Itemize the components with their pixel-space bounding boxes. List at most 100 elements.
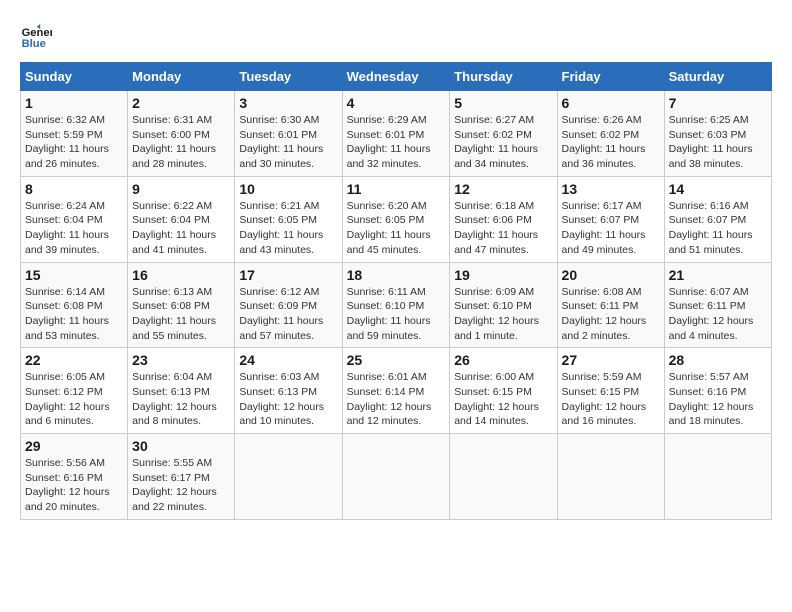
day-number: 22 [25, 352, 123, 368]
calendar-cell: 9 Sunrise: 6:22 AM Sunset: 6:04 PM Daylig… [128, 176, 235, 262]
calendar-cell: 11 Sunrise: 6:20 AM Sunset: 6:05 PM Dayli… [342, 176, 450, 262]
day-number: 25 [347, 352, 446, 368]
calendar-cell: 4 Sunrise: 6:29 AM Sunset: 6:01 PM Daylig… [342, 91, 450, 177]
calendar-cell: 7 Sunrise: 6:25 AM Sunset: 6:03 PM Daylig… [664, 91, 771, 177]
logo-icon: General Blue [20, 20, 52, 52]
calendar-cell: 30 Sunrise: 5:55 AM Sunset: 6:17 PM Dayli… [128, 434, 235, 520]
day-detail: Sunrise: 6:07 AM Sunset: 6:11 PM Dayligh… [669, 285, 767, 344]
day-number: 11 [347, 181, 446, 197]
day-number: 1 [25, 95, 123, 111]
day-number: 7 [669, 95, 767, 111]
day-detail: Sunrise: 6:29 AM Sunset: 6:01 PM Dayligh… [347, 113, 446, 172]
day-detail: Sunrise: 6:13 AM Sunset: 6:08 PM Dayligh… [132, 285, 230, 344]
calendar-cell: 10 Sunrise: 6:21 AM Sunset: 6:05 PM Dayli… [235, 176, 342, 262]
day-number: 14 [669, 181, 767, 197]
calendar-cell: 27 Sunrise: 5:59 AM Sunset: 6:15 PM Dayli… [557, 348, 664, 434]
day-number: 3 [239, 95, 337, 111]
day-detail: Sunrise: 6:24 AM Sunset: 6:04 PM Dayligh… [25, 199, 123, 258]
day-detail: Sunrise: 6:09 AM Sunset: 6:10 PM Dayligh… [454, 285, 552, 344]
calendar-cell [342, 434, 450, 520]
calendar-cell: 29 Sunrise: 5:56 AM Sunset: 6:16 PM Dayli… [21, 434, 128, 520]
day-header-friday: Friday [557, 63, 664, 91]
day-header-saturday: Saturday [664, 63, 771, 91]
day-detail: Sunrise: 6:14 AM Sunset: 6:08 PM Dayligh… [25, 285, 123, 344]
calendar-cell [557, 434, 664, 520]
day-detail: Sunrise: 6:27 AM Sunset: 6:02 PM Dayligh… [454, 113, 552, 172]
calendar-cell: 19 Sunrise: 6:09 AM Sunset: 6:10 PM Dayli… [450, 262, 557, 348]
day-number: 5 [454, 95, 552, 111]
page-header: General Blue [20, 20, 772, 52]
calendar-cell: 3 Sunrise: 6:30 AM Sunset: 6:01 PM Daylig… [235, 91, 342, 177]
day-number: 9 [132, 181, 230, 197]
day-number: 21 [669, 267, 767, 283]
calendar-cell: 6Sunrise: 6:26 AM Sunset: 6:02 PM Daylig… [557, 91, 664, 177]
day-number: 19 [454, 267, 552, 283]
day-number: 10 [239, 181, 337, 197]
day-header-wednesday: Wednesday [342, 63, 450, 91]
calendar-cell [450, 434, 557, 520]
calendar-cell: 21 Sunrise: 6:07 AM Sunset: 6:11 PM Dayli… [664, 262, 771, 348]
day-header-tuesday: Tuesday [235, 63, 342, 91]
calendar-cell: 5 Sunrise: 6:27 AM Sunset: 6:02 PM Daylig… [450, 91, 557, 177]
day-detail: Sunrise: 6:30 AM Sunset: 6:01 PM Dayligh… [239, 113, 337, 172]
day-number: 30 [132, 438, 230, 454]
calendar-cell: 20 Sunrise: 6:08 AM Sunset: 6:11 PM Dayli… [557, 262, 664, 348]
day-detail: Sunrise: 6:05 AM Sunset: 6:12 PM Dayligh… [25, 370, 123, 429]
day-number: 27 [562, 352, 660, 368]
calendar-cell: 24 Sunrise: 6:03 AM Sunset: 6:13 PM Dayli… [235, 348, 342, 434]
calendar-cell: 12 Sunrise: 6:18 AM Sunset: 6:06 PM Dayli… [450, 176, 557, 262]
day-number: 2 [132, 95, 230, 111]
svg-text:Blue: Blue [22, 38, 46, 50]
calendar-cell: 13Sunrise: 6:17 AM Sunset: 6:07 PM Dayli… [557, 176, 664, 262]
calendar-table: SundayMondayTuesdayWednesdayThursdayFrid… [20, 62, 772, 520]
day-number: 23 [132, 352, 230, 368]
day-detail: Sunrise: 5:56 AM Sunset: 6:16 PM Dayligh… [25, 456, 123, 515]
calendar-cell: 22 Sunrise: 6:05 AM Sunset: 6:12 PM Dayli… [21, 348, 128, 434]
calendar-cell: 26Sunrise: 6:00 AM Sunset: 6:15 PM Dayli… [450, 348, 557, 434]
day-detail: Sunrise: 6:20 AM Sunset: 6:05 PM Dayligh… [347, 199, 446, 258]
calendar-cell: 15 Sunrise: 6:14 AM Sunset: 6:08 PM Dayli… [21, 262, 128, 348]
calendar-cell: 8 Sunrise: 6:24 AM Sunset: 6:04 PM Daylig… [21, 176, 128, 262]
day-detail: Sunrise: 5:57 AM Sunset: 6:16 PM Dayligh… [669, 370, 767, 429]
day-detail: Sunrise: 5:59 AM Sunset: 6:15 PM Dayligh… [562, 370, 660, 429]
day-number: 13 [562, 181, 660, 197]
calendar-cell: 25 Sunrise: 6:01 AM Sunset: 6:14 PM Dayli… [342, 348, 450, 434]
day-number: 24 [239, 352, 337, 368]
day-detail: Sunrise: 5:55 AM Sunset: 6:17 PM Dayligh… [132, 456, 230, 515]
calendar-cell: 16 Sunrise: 6:13 AM Sunset: 6:08 PM Dayli… [128, 262, 235, 348]
calendar-cell: 14 Sunrise: 6:16 AM Sunset: 6:07 PM Dayli… [664, 176, 771, 262]
day-detail: Sunrise: 6:25 AM Sunset: 6:03 PM Dayligh… [669, 113, 767, 172]
day-number: 18 [347, 267, 446, 283]
day-number: 12 [454, 181, 552, 197]
day-header-sunday: Sunday [21, 63, 128, 91]
day-header-thursday: Thursday [450, 63, 557, 91]
day-number: 29 [25, 438, 123, 454]
day-detail: Sunrise: 6:21 AM Sunset: 6:05 PM Dayligh… [239, 199, 337, 258]
calendar-cell: 23Sunrise: 6:04 AM Sunset: 6:13 PM Dayli… [128, 348, 235, 434]
day-detail: Sunrise: 6:01 AM Sunset: 6:14 PM Dayligh… [347, 370, 446, 429]
day-detail: Sunrise: 6:00 AM Sunset: 6:15 PM Dayligh… [454, 370, 552, 429]
day-number: 6 [562, 95, 660, 111]
day-detail: Sunrise: 6:08 AM Sunset: 6:11 PM Dayligh… [562, 285, 660, 344]
calendar-cell [664, 434, 771, 520]
day-detail: Sunrise: 6:03 AM Sunset: 6:13 PM Dayligh… [239, 370, 337, 429]
day-number: 4 [347, 95, 446, 111]
day-number: 8 [25, 181, 123, 197]
day-detail: Sunrise: 6:31 AM Sunset: 6:00 PM Dayligh… [132, 113, 230, 172]
day-detail: Sunrise: 6:32 AM Sunset: 5:59 PM Dayligh… [25, 113, 123, 172]
day-number: 20 [562, 267, 660, 283]
day-number: 15 [25, 267, 123, 283]
calendar-cell: 1 Sunrise: 6:32 AM Sunset: 5:59 PM Daylig… [21, 91, 128, 177]
calendar-cell: 2 Sunrise: 6:31 AM Sunset: 6:00 PM Daylig… [128, 91, 235, 177]
day-number: 17 [239, 267, 337, 283]
svg-text:General: General [22, 27, 52, 39]
day-number: 28 [669, 352, 767, 368]
day-detail: Sunrise: 6:22 AM Sunset: 6:04 PM Dayligh… [132, 199, 230, 258]
day-header-monday: Monday [128, 63, 235, 91]
day-detail: Sunrise: 6:12 AM Sunset: 6:09 PM Dayligh… [239, 285, 337, 344]
day-number: 16 [132, 267, 230, 283]
calendar-cell: 18Sunrise: 6:11 AM Sunset: 6:10 PM Dayli… [342, 262, 450, 348]
day-detail: Sunrise: 6:16 AM Sunset: 6:07 PM Dayligh… [669, 199, 767, 258]
day-detail: Sunrise: 6:18 AM Sunset: 6:06 PM Dayligh… [454, 199, 552, 258]
calendar-cell: 17 Sunrise: 6:12 AM Sunset: 6:09 PM Dayli… [235, 262, 342, 348]
